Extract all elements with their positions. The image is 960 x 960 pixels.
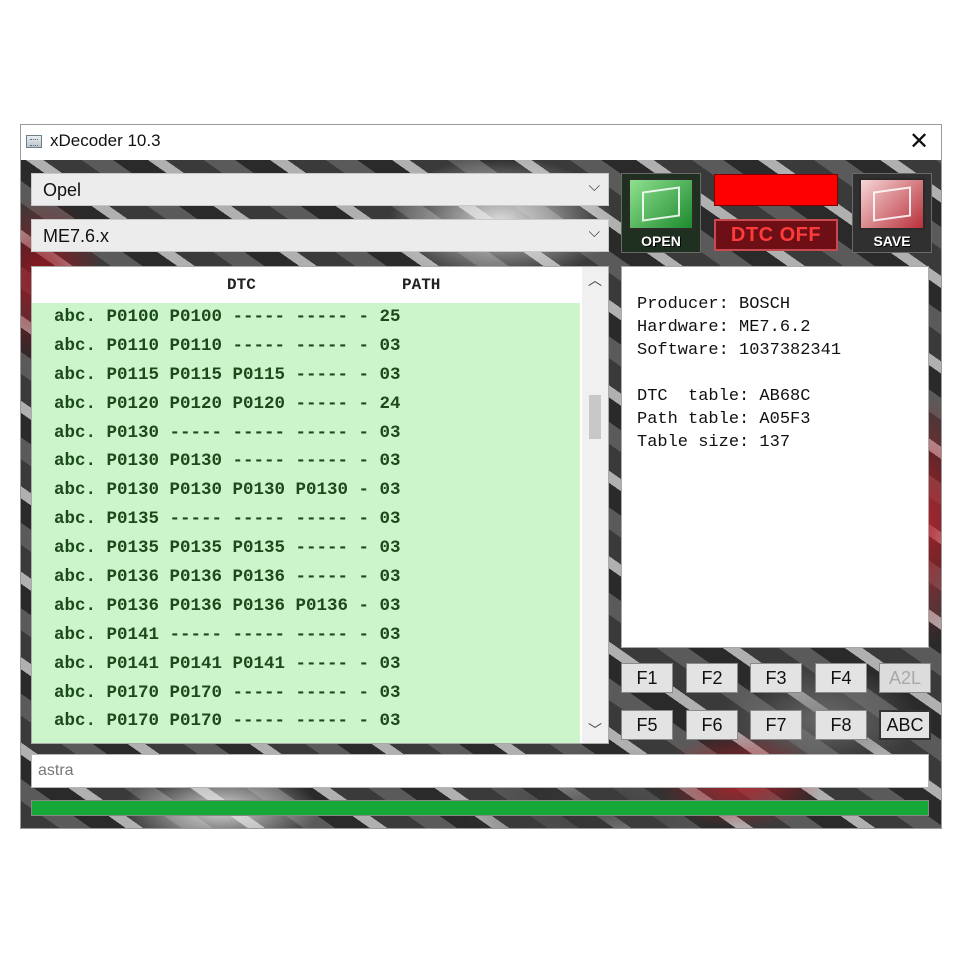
list-item[interactable]: abc. P0130 P0130 P0130 P0130 - 03	[32, 476, 580, 505]
chevron-down-icon: ⌵	[588, 224, 600, 241]
list-item[interactable]: abc. P0135 ----- ----- ----- - 03	[32, 505, 580, 534]
progress-fill	[32, 801, 928, 815]
chevron-down-icon[interactable]: ﹀	[582, 717, 608, 743]
f1-button[interactable]: F1	[621, 663, 673, 693]
progress-bar	[31, 800, 929, 816]
dtc-list-header: DTC PATH	[32, 267, 584, 300]
app-window: xDecoder 10.3 ✕ Opel ⌵ ME7.6.x ⌵ OPEN DT…	[20, 124, 942, 829]
list-item[interactable]: abc. P0120 P0120 P0120 ----- - 24	[32, 390, 580, 419]
scrollbar-thumb[interactable]	[589, 395, 601, 439]
vertical-scrollbar[interactable]: ︿ ﹀	[582, 267, 608, 743]
f6-button[interactable]: F6	[686, 710, 738, 740]
list-item[interactable]: abc. P0135 P0135 P0135 ----- - 03	[32, 534, 580, 563]
list-item[interactable]: abc. P0170 P0170 ----- ----- - 03	[32, 679, 580, 708]
dtc-list[interactable]: abc. P0100 P0100 ----- ----- - 25 abc. P…	[32, 303, 580, 743]
dtc-status-indicator	[714, 174, 838, 206]
list-item[interactable]: abc. P0110 P0110 ----- ----- - 03	[32, 332, 580, 361]
f5-button[interactable]: F5	[621, 710, 673, 740]
abc-button[interactable]: ABC	[879, 710, 931, 740]
list-item[interactable]: abc. P0141 ----- ----- ----- - 03	[32, 621, 580, 650]
column-header-path: PATH	[402, 276, 441, 294]
column-header-dtc: DTC	[227, 276, 256, 294]
open-button[interactable]: OPEN	[621, 173, 701, 253]
open-button-label: OPEN	[641, 233, 681, 249]
f4-button[interactable]: F4	[815, 663, 867, 693]
dtc-off-button[interactable]: DTC OFF	[714, 219, 838, 251]
f7-button[interactable]: F7	[750, 710, 802, 740]
f8-button[interactable]: F8	[815, 710, 867, 740]
save-file-icon	[859, 178, 925, 230]
window-title: xDecoder 10.3	[50, 131, 161, 150]
list-item[interactable]: abc. P0130 ----- ----- ----- - 03	[32, 419, 580, 448]
a2l-button[interactable]: A2L	[879, 663, 931, 693]
info-table-size: Table size: 137	[637, 433, 791, 452]
info-path-table: Path table: A05F3	[637, 410, 811, 429]
make-select-value: Opel	[43, 180, 82, 200]
app-window-icon	[26, 135, 42, 148]
search-input[interactable]	[31, 754, 929, 788]
close-icon: ✕	[908, 128, 930, 155]
list-item[interactable]: abc. P0141 P0141 P0141 ----- - 03	[32, 650, 580, 679]
info-producer: Producer: BOSCH	[637, 295, 791, 314]
f3-button[interactable]: F3	[750, 663, 802, 693]
list-item[interactable]: abc. P0100 P0100 ----- ----- - 25	[32, 303, 580, 332]
close-button[interactable]: ✕	[897, 125, 941, 158]
chevron-up-icon[interactable]: ︿	[582, 267, 608, 293]
dtc-list-panel: DTC PATH abc. P0100 P0100 ----- ----- - …	[31, 266, 609, 744]
list-item[interactable]: abc. P0170 P0170 ----- ----- - 03	[32, 707, 580, 736]
ecu-select-value: ME7.6.x	[43, 226, 110, 246]
list-item[interactable]: abc. P0115 P0115 P0115 ----- - 03	[32, 361, 580, 390]
list-item[interactable]: abc. P0130 P0130 ----- ----- - 03	[32, 447, 580, 476]
open-file-icon	[628, 178, 694, 230]
list-item[interactable]: abc. P0136 P0136 P0136 P0136 - 03	[32, 592, 580, 621]
ecu-info-panel: Producer: BOSCH Hardware: ME7.6.2 Software…	[621, 266, 929, 648]
ecu-select[interactable]: ME7.6.x ⌵	[31, 219, 609, 252]
save-button[interactable]: SAVE	[852, 173, 932, 253]
chevron-down-icon: ⌵	[588, 178, 600, 195]
f2-button[interactable]: F2	[686, 663, 738, 693]
info-hardware: Hardware: ME7.6.2	[637, 318, 811, 337]
make-select[interactable]: Opel ⌵	[31, 173, 609, 206]
info-software: Software: 1037382341	[637, 341, 842, 360]
info-dtc-table: DTC table: AB68C	[637, 387, 811, 406]
title-bar[interactable]: xDecoder 10.3 ✕	[21, 125, 941, 158]
list-item[interactable]: abc. P0136 P0136 P0136 ----- - 03	[32, 563, 580, 592]
save-button-label: SAVE	[873, 233, 911, 249]
client-area: Opel ⌵ ME7.6.x ⌵ OPEN DTC OFF SAVE DTC P…	[21, 160, 941, 828]
